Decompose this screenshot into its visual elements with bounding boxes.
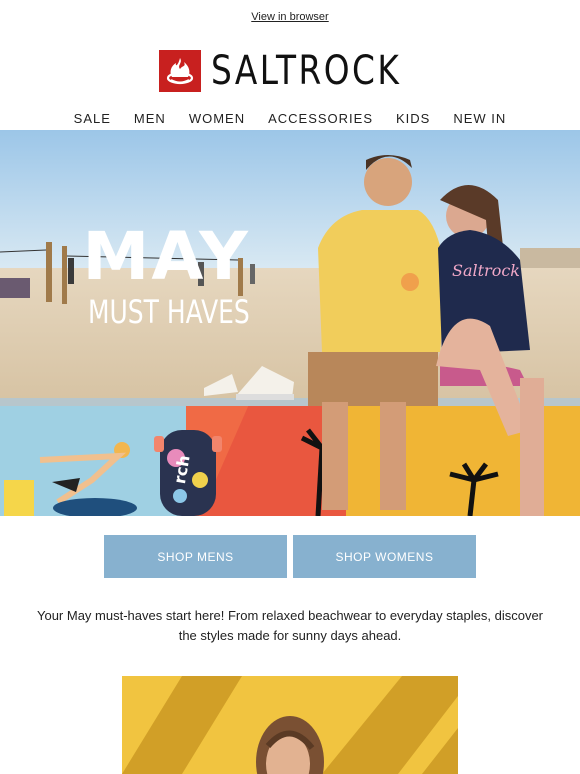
nav-item-accessories[interactable]: ACCESSORIES [257, 111, 384, 126]
shop-womens-button[interactable]: SHOP WOMENS [293, 535, 476, 578]
promo-photo [122, 676, 458, 774]
cta-buttons: SHOP MENS SHOP WOMENS [104, 535, 476, 578]
nav-item-sale[interactable]: SALE [63, 111, 122, 126]
nav-item-new-in[interactable]: NEW IN [442, 111, 517, 126]
brand-wordmark: SALTROCK [211, 48, 402, 94]
shop-mens-button[interactable]: SHOP MENS [104, 535, 287, 578]
brand-logo[interactable]: SALTROCK [0, 42, 580, 100]
intro-copy: Your May must-haves start here! From rel… [20, 606, 560, 646]
flame-sun-icon [159, 50, 201, 92]
view-in-browser-link[interactable]: View in browser [251, 11, 328, 23]
hero-headline: MAY [82, 218, 250, 295]
nav-item-kids[interactable]: KIDS [385, 111, 441, 126]
nav-item-women[interactable]: WOMEN [178, 111, 256, 126]
hero-banner[interactable]: Saltrock MAY MUST HAVES rch [0, 130, 580, 516]
intro-copy-line-2: the styles made for sunny days ahead. [178, 628, 402, 643]
intro-copy-line-1: Your May must-haves start here! From rel… [36, 608, 544, 623]
promo-image[interactable] [122, 676, 458, 774]
nav-item-men[interactable]: MEN [123, 111, 177, 126]
hero-subheadline: MUST HAVES [88, 293, 250, 331]
svg-text:Saltrock: Saltrock [452, 261, 520, 280]
top-bar: View in browser [0, 0, 580, 34]
hero-image: Saltrock [0, 130, 580, 516]
